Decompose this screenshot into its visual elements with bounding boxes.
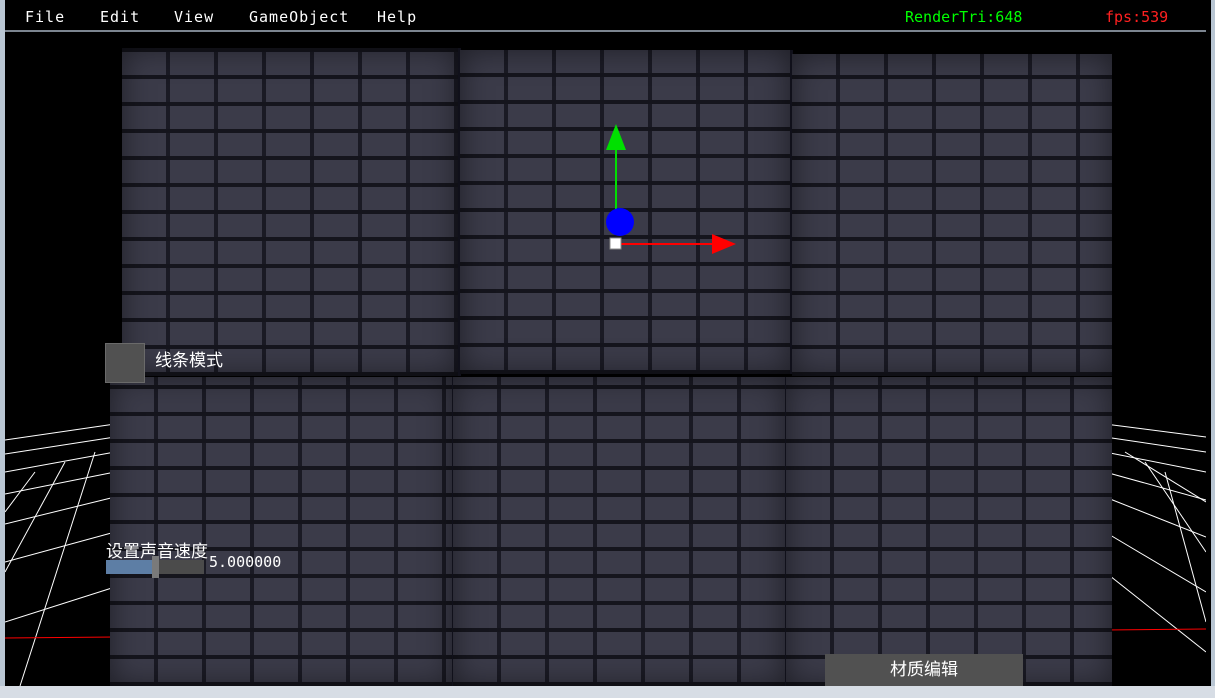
sound-speed-slider[interactable] [106,556,204,578]
brick-wall-panel [110,377,455,686]
menu-bar: File Edit View GameObject Help RenderTri… [5,0,1206,32]
window-frame-bottom [0,686,1215,698]
brick-wall-panel [453,377,788,686]
transform-gizmo[interactable] [600,122,740,262]
menu-gameobject[interactable]: GameObject [249,8,349,26]
material-edit-button[interactable]: 材质编辑 [825,654,1023,686]
brick-wall-panel [786,377,1112,686]
z-axis-handle-icon[interactable] [606,208,634,236]
wireframe-mode-checkbox[interactable] [105,343,145,383]
menu-view[interactable]: View [174,8,214,26]
menu-file[interactable]: File [25,8,65,26]
slider-fill [106,560,153,574]
render-triangle-count: RenderTri:648 [905,8,1023,26]
scene-viewport[interactable]: 线条模式 设置声音速度 5.000000 材质编辑 [5,32,1206,686]
wireframe-mode-label: 线条模式 [155,351,223,371]
slider-thumb[interactable] [152,556,160,578]
y-axis-arrow-icon[interactable] [606,124,626,150]
sound-speed-value: 5.000000 [209,553,282,571]
fps-counter: fps:539 [1105,8,1169,26]
window-frame-right [1211,0,1215,698]
brick-wall-panel [792,54,1112,376]
menu-edit[interactable]: Edit [100,8,140,26]
gizmo-origin-icon[interactable] [609,237,622,250]
x-axis-arrow-icon[interactable] [712,234,736,254]
brick-wall-panel [122,48,461,376]
menu-help[interactable]: Help [377,8,417,26]
